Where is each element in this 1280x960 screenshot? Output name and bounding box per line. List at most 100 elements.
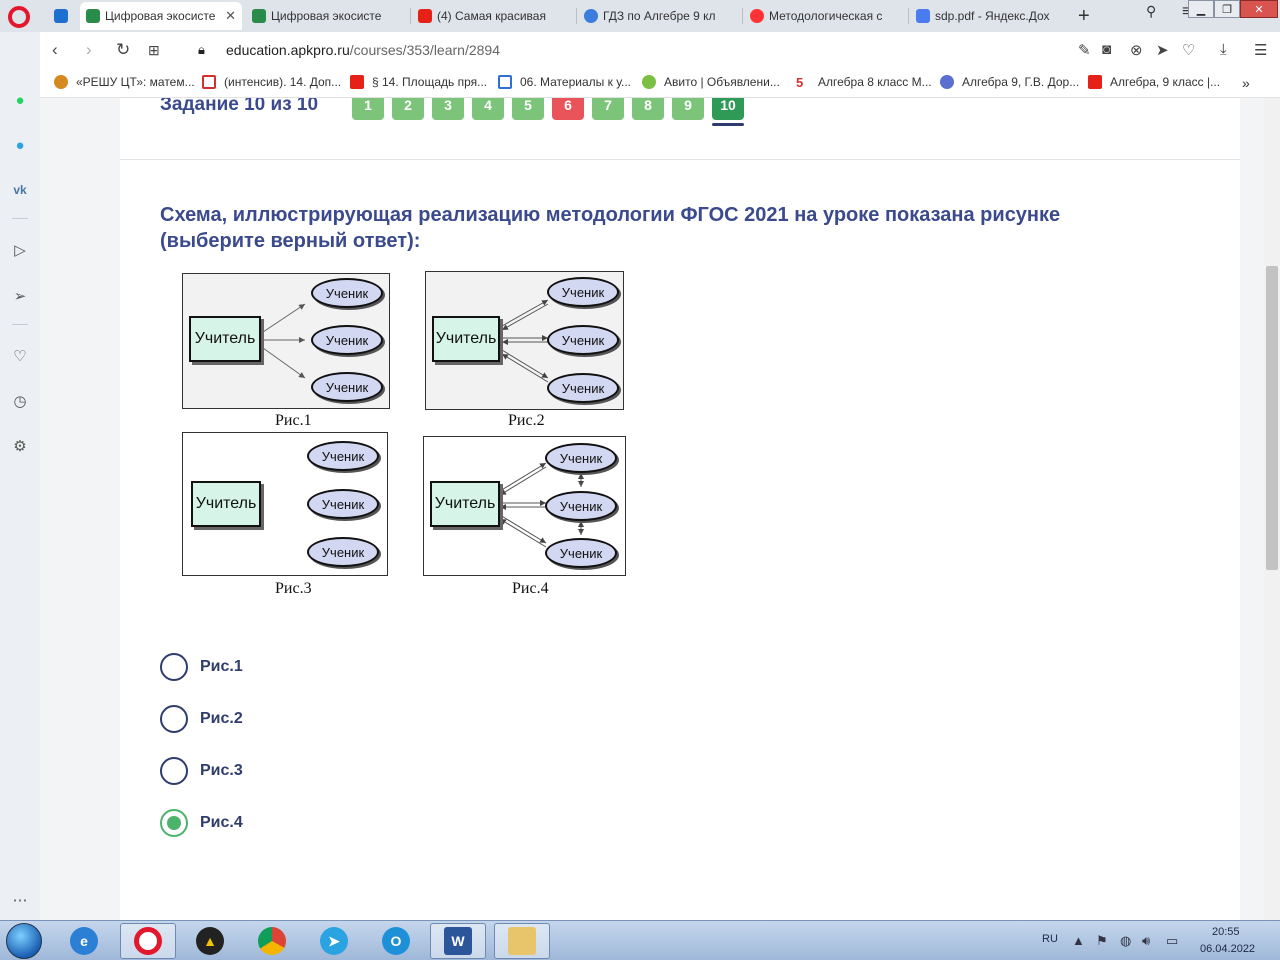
settings-gear-icon[interactable]: ⚙ [10, 436, 30, 456]
bookmark-item[interactable]: 06. Материалы к у... [498, 75, 631, 89]
question-number-button[interactable]: 5 [512, 98, 544, 120]
tab-3[interactable]: ГДЗ по Алгебре 9 кл [578, 2, 740, 30]
tab-favicon-icon [584, 9, 598, 23]
tab-separator [742, 8, 743, 24]
scrollbar-thumb[interactable] [1266, 266, 1278, 570]
clock-time[interactable]: 20:55 [1212, 926, 1240, 938]
radio-button[interactable] [160, 653, 188, 681]
bookmark-icon [54, 75, 68, 89]
figure-4-caption: Рис.4 [512, 580, 549, 597]
new-tab-button[interactable]: + [1078, 5, 1090, 28]
radio-button-checked[interactable] [160, 809, 188, 837]
tray-expand-icon[interactable]: ▲ [1072, 933, 1085, 948]
language-indicator[interactable]: RU [1042, 933, 1058, 945]
bookmark-item[interactable]: 5 Алгебра 8 класс М... [796, 75, 932, 90]
close-window-button[interactable]: ✕ [1240, 0, 1278, 18]
teacher-box: Учитель [430, 481, 500, 527]
block-icon[interactable]: ⊗ [1130, 41, 1143, 59]
tab-0[interactable]: Цифровая экосисте ✕ [80, 2, 242, 30]
teacher-box: Учитель [189, 316, 261, 362]
tab-5[interactable]: sdp.pdf - Яндекс.Дох [910, 2, 1072, 30]
student-ellipse: Ученик [545, 538, 617, 568]
more-icon[interactable]: ⋯ [10, 890, 30, 910]
bookmark-heart-icon[interactable]: ♡ [1182, 41, 1195, 59]
question-number-button[interactable]: 8 [632, 98, 664, 120]
reload-icon[interactable]: ↻ [116, 40, 130, 60]
tab-2[interactable]: (4) Самая красивая [412, 2, 574, 30]
vk-icon[interactable]: vk [10, 180, 30, 200]
question-number-button[interactable]: 7 [592, 98, 624, 120]
minimize-button[interactable]: ▁ [1188, 0, 1214, 18]
app-icon: O [382, 927, 410, 955]
avito-icon [642, 75, 656, 89]
radio-button[interactable] [160, 705, 188, 733]
bookmarks-more-icon[interactable]: » [1242, 75, 1250, 91]
whatsapp-icon[interactable]: ● [10, 90, 30, 110]
send-icon[interactable]: ➢ [10, 286, 30, 306]
bookmark-item[interactable]: «РЕШУ ЦТ»: матем... [54, 75, 195, 89]
bookmark-item[interactable]: Алгебра, 9 класс |... [1088, 75, 1220, 89]
tab-4[interactable]: Методологическая с [744, 2, 906, 30]
tab-1[interactable]: Цифровая экосисте [246, 2, 408, 30]
question-number-button[interactable]: 4 [472, 98, 504, 120]
bookmark-label: § 14. Площадь пря... [372, 75, 488, 89]
tab-close-icon[interactable]: ✕ [225, 8, 236, 24]
bookmark-item[interactable]: § 14. Площадь пря... [350, 75, 487, 89]
opera-taskbar-button[interactable] [120, 923, 176, 959]
start-button[interactable] [6, 923, 42, 959]
opera-logo-icon[interactable] [8, 6, 30, 28]
send-page-icon[interactable]: ➤ [1156, 41, 1169, 59]
ie-taskbar-button[interactable]: e [56, 923, 112, 959]
radio-button[interactable] [160, 757, 188, 785]
figure-2-caption: Рис.2 [508, 412, 545, 429]
tab-label: Цифровая экосисте [271, 9, 382, 23]
history-icon[interactable]: ◷ [10, 391, 30, 411]
bookmark-label: (интенсив). 14. Доп... [224, 75, 342, 89]
question-number-button[interactable]: 10 [712, 98, 744, 120]
volume-icon[interactable]: 🔊︎ [1142, 933, 1150, 949]
lock-icon[interactable]: 🔒︎ [198, 42, 205, 58]
option-label: Рис.4 [200, 814, 243, 831]
question-number-button[interactable]: 3 [432, 98, 464, 120]
heart-icon[interactable]: ♡ [10, 346, 30, 366]
network-icon[interactable]: ◍ [1120, 933, 1131, 949]
word-taskbar-button[interactable]: W [430, 923, 486, 959]
bookmark-item[interactable]: Алгебра 9, Г.В. Дор... [940, 75, 1079, 89]
telegram-taskbar-button[interactable]: ➤ [306, 923, 362, 959]
question-number-button[interactable]: 1 [352, 98, 384, 120]
question-number-button[interactable]: 2 [392, 98, 424, 120]
explorer-taskbar-button[interactable] [494, 923, 550, 959]
camera-icon[interactable]: ◙ [1102, 41, 1111, 58]
app-taskbar-button[interactable]: O [368, 923, 424, 959]
bookmark-icon [940, 75, 954, 89]
easy-setup-icon[interactable]: ☰ [1254, 41, 1267, 59]
bookmark-item[interactable]: Авито | Объявлени... [642, 75, 780, 89]
youtube-icon [418, 9, 432, 23]
download-icon[interactable]: ⤓ [1220, 41, 1227, 58]
chrome-taskbar-button[interactable] [244, 923, 300, 959]
speed-dial-icon[interactable]: ⊞ [148, 42, 160, 59]
power-icon[interactable]: ▭ [1166, 933, 1178, 949]
bookmark-item[interactable]: (интенсив). 14. Доп... [202, 75, 341, 89]
action-center-icon[interactable]: ⚑ [1096, 933, 1108, 949]
forward-button[interactable]: › [86, 40, 92, 60]
player-icon[interactable]: ▷ [10, 240, 30, 260]
url-field[interactable]: education.apkpro.ru/courses/353/learn/28… [226, 42, 500, 58]
answer-option-1[interactable]: Рис.1 [160, 653, 243, 681]
question-number-button[interactable]: 6 [552, 98, 584, 120]
tab-label: (4) Самая красивая [437, 9, 546, 23]
answer-option-2[interactable]: Рис.2 [160, 705, 243, 733]
answer-option-4[interactable]: Рис.4 [160, 809, 243, 837]
telegram-icon[interactable]: ● [10, 135, 30, 155]
clock-date[interactable]: 06.04.2022 [1200, 943, 1255, 955]
mail-tab[interactable] [48, 2, 78, 30]
edit-icon[interactable]: ✎ [1078, 41, 1091, 59]
answer-option-3[interactable]: Рис.3 [160, 757, 243, 785]
maximize-button[interactable]: ❐ [1214, 0, 1240, 18]
question-number-button[interactable]: 9 [672, 98, 704, 120]
back-button[interactable]: ‹ [52, 40, 58, 60]
card-divider [120, 159, 1240, 160]
app-taskbar-button[interactable]: ▲ [182, 923, 238, 959]
page-scrollbar[interactable] [1264, 98, 1280, 920]
search-tabs-icon[interactable]: ⚲ [1146, 3, 1156, 20]
